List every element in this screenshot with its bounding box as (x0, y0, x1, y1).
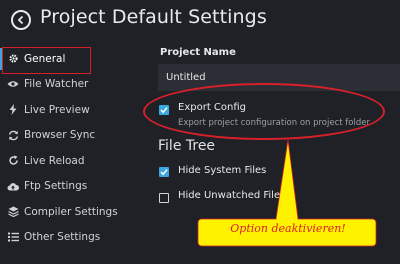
annotation-callout-text: Option deaktivieren! (230, 222, 346, 235)
